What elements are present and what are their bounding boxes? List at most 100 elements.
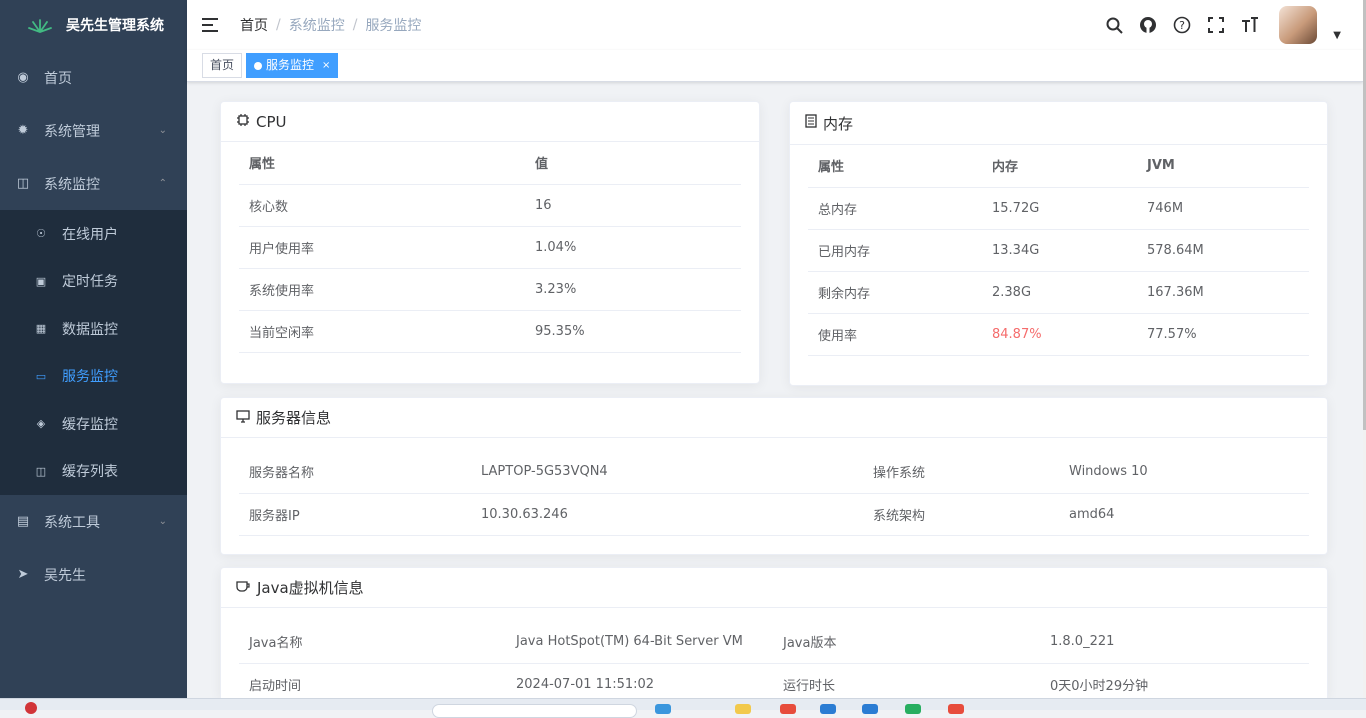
sidebar-item-label: 缓存列表 <box>62 464 118 481</box>
card-title: 服务器信息 <box>256 409 332 427</box>
table-row: Java名称 Java HotSpot(TM) 64-Bit Server VM… <box>239 621 1309 664</box>
cell: 2024-07-01 11:51:02 <box>506 663 773 698</box>
table-row: 剩余内存 2.38G 167.36M <box>808 271 1309 314</box>
sidebar-item-home[interactable]: ◉ 首页 <box>0 51 187 104</box>
cell: 用户使用率 <box>239 226 525 269</box>
sidebar: 吴先生管理系统 ◉ 首页 ✹ 系统管理 ⌄ ◫ 系统监控 ⌃ ☉ 在线用户 ▣ … <box>0 0 187 698</box>
online-icon: ☉ <box>36 227 46 241</box>
cell: 95.35% <box>525 310 741 353</box>
cpu-card: CPU 属性 值 核心数 16 用户使用率 1.04% 系统使用率 3.23% 当前空… <box>220 101 760 384</box>
sidebar-item-druid[interactable]: ▦ 数据监控 <box>0 305 187 353</box>
chevron-down-icon: ⌄ <box>158 516 167 527</box>
sidebar-item-author[interactable]: ➤ 吴先生 <box>0 548 187 601</box>
taskbar-app-icon[interactable] <box>780 704 796 714</box>
jvm-card: Java虚拟机信息 Java名称 Java HotSpot(TM) 64-Bit… <box>220 567 1328 698</box>
fullscreen-icon[interactable] <box>1207 16 1225 34</box>
cell: 2.38G <box>982 271 1137 314</box>
tag-server-monitor[interactable]: 服务监控 × <box>246 53 339 78</box>
card-title: 内存 <box>823 114 854 133</box>
taskbar-app-icon[interactable] <box>735 704 751 714</box>
notification-badge-icon[interactable] <box>25 702 37 714</box>
breadcrumb-home[interactable]: 首页 <box>240 15 268 35</box>
taskbar-app-icon[interactable] <box>655 704 671 714</box>
table-header-row: 属性 值 <box>239 142 741 185</box>
taskbar-app-icon[interactable] <box>905 704 921 714</box>
breadcrumb-separator: / <box>276 17 281 33</box>
table-row: 已用内存 13.34G 578.64M <box>808 229 1309 272</box>
server-table: 服务器名称 LAPTOP-5G53VQN4 操作系统 Windows 10 服务… <box>239 451 1309 536</box>
taskbar-app-icon[interactable] <box>862 704 878 714</box>
cell: 系统架构 <box>863 493 1059 536</box>
table-row: 系统使用率 3.23% <box>239 268 741 311</box>
sidebar-item-system[interactable]: ✹ 系统管理 ⌄ <box>0 104 187 157</box>
sidebar-item-monitor[interactable]: ◫ 系统监控 ⌃ <box>0 157 187 210</box>
sidebar-item-label: 首页 <box>44 70 72 87</box>
memory-card: 内存 属性 内存 JVM 总内存 15.72G 746M 已用内存 13.34G 578… <box>789 101 1328 386</box>
cell: 总内存 <box>808 187 982 230</box>
taskbar-search[interactable] <box>432 704 637 718</box>
submenu-monitor: ☉ 在线用户 ▣ 定时任务 ▦ 数据监控 ▭ 服务监控 ◈ 缓存监控 ◫ 缓存列… <box>0 210 187 495</box>
tag-home[interactable]: 首页 <box>202 53 243 78</box>
redis-icon: ◈ <box>36 417 46 431</box>
cpu-card-header: CPU <box>221 102 759 142</box>
cell: 服务器IP <box>239 493 471 536</box>
server-card-body: 服务器名称 LAPTOP-5G53VQN4 操作系统 Windows 10 服务… <box>221 438 1327 536</box>
sidebar-item-server[interactable]: ▭ 服务监控 <box>0 353 187 401</box>
cell: 167.36M <box>1137 271 1309 314</box>
app-title: 吴先生管理系统 <box>66 18 164 34</box>
server-icon: ▭ <box>35 369 47 383</box>
cell: Windows 10 <box>1059 451 1309 494</box>
cell: 核心数 <box>239 184 525 227</box>
search-icon[interactable] <box>1105 16 1123 34</box>
sidebar-item-tool[interactable]: ▤ 系统工具 ⌄ <box>0 495 187 548</box>
column-header: 内存 <box>982 145 1137 188</box>
cell: 13.34G <box>982 229 1137 272</box>
cpu-card-body: 属性 值 核心数 16 用户使用率 1.04% 系统使用率 3.23% 当前空闲率 95… <box>221 142 759 353</box>
cell: 15.72G <box>982 187 1137 230</box>
avatar[interactable] <box>1279 6 1318 44</box>
logo-icon <box>28 19 52 33</box>
monitor-icon: ◫ <box>16 176 30 191</box>
sidebar-item-redis[interactable]: ◈ 缓存监控 <box>0 400 187 448</box>
close-icon[interactable]: × <box>322 54 330 77</box>
cell: 16 <box>525 184 741 227</box>
sidebar-item-redis-list[interactable]: ◫ 缓存列表 <box>0 448 187 496</box>
table-row: 当前空闲率 95.35% <box>239 310 741 353</box>
svg-text:?: ? <box>1179 19 1185 32</box>
sidebar-item-label: 缓存监控 <box>62 416 118 433</box>
app-logo[interactable]: 吴先生管理系统 <box>0 0 187 50</box>
table-row: 核心数 16 <box>239 184 741 227</box>
cell: 746M <box>1137 187 1309 230</box>
cell: 77.57% <box>1137 313 1309 356</box>
card-title: Java虚拟机信息 <box>257 579 364 597</box>
taskbar-app-icon[interactable] <box>948 704 964 714</box>
cell: 578.64M <box>1137 229 1309 272</box>
taskbar-app-icon[interactable] <box>820 704 836 714</box>
cell: 10.30.63.246 <box>471 493 863 536</box>
breadcrumb-monitor: 系统监控 <box>288 18 345 34</box>
sidebar-item-label: 系统工具 <box>44 514 100 531</box>
right-menu: ? ▼ <box>1105 0 1341 50</box>
table-header-row: 属性 内存 JVM <box>808 145 1309 188</box>
question-icon[interactable]: ? <box>1173 16 1191 34</box>
column-header: 值 <box>525 142 741 185</box>
navbar: 首页 / 系统监控 / 服务监控 ? ▼ <box>187 0 1363 50</box>
cell: 系统使用率 <box>239 268 525 311</box>
sidebar-item-online[interactable]: ☉ 在线用户 <box>0 210 187 258</box>
jvm-table: Java名称 Java HotSpot(TM) 64-Bit Server VM… <box>239 621 1309 698</box>
active-dot-icon <box>254 61 263 70</box>
table-row: 服务器IP 10.30.63.246 系统架构 amd64 <box>239 493 1309 536</box>
github-icon[interactable] <box>1139 16 1157 34</box>
breadcrumb: 首页 / 系统监控 / 服务监控 <box>240 15 421 35</box>
job-icon: ▣ <box>35 274 47 288</box>
tags-view: 首页 服务监控 × <box>187 50 1363 82</box>
hamburger-icon[interactable] <box>202 18 218 32</box>
caret-down-icon[interactable]: ▼ <box>1333 30 1341 41</box>
font-size-icon[interactable] <box>1241 16 1259 34</box>
cell: 当前空闲率 <box>239 310 525 353</box>
card-title: CPU <box>256 112 287 131</box>
paper-plane-icon: ➤ <box>17 567 29 582</box>
jvm-card-header: Java虚拟机信息 <box>221 568 1327 608</box>
cell-danger: 84.87% <box>982 313 1137 356</box>
sidebar-item-job[interactable]: ▣ 定时任务 <box>0 258 187 306</box>
